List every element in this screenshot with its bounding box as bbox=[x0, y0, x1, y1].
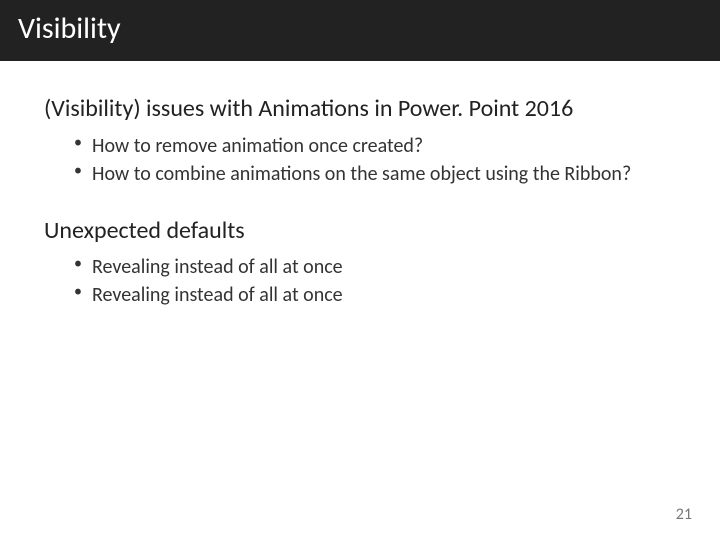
section-heading-1: (Visibility) issues with Animations in P… bbox=[44, 95, 680, 123]
bullet-item: How to remove animation once created? bbox=[74, 133, 680, 159]
slide: Visibility (Visibility) issues with Anim… bbox=[0, 0, 720, 540]
bullet-list-2: Revealing instead of all at once Reveali… bbox=[74, 254, 680, 308]
bullet-list-1: How to remove animation once created? Ho… bbox=[74, 133, 680, 187]
page-number: 21 bbox=[676, 505, 692, 524]
slide-title: Visibility bbox=[18, 10, 121, 47]
bullet-item: Revealing instead of all at once bbox=[74, 254, 680, 280]
slide-title-bar: Visibility bbox=[0, 0, 720, 61]
bullet-item: Revealing instead of all at once bbox=[74, 282, 680, 308]
section-heading-2: Unexpected defaults bbox=[44, 217, 680, 245]
slide-body: (Visibility) issues with Animations in P… bbox=[0, 61, 720, 308]
bullet-item: How to combine animations on the same ob… bbox=[74, 161, 680, 187]
